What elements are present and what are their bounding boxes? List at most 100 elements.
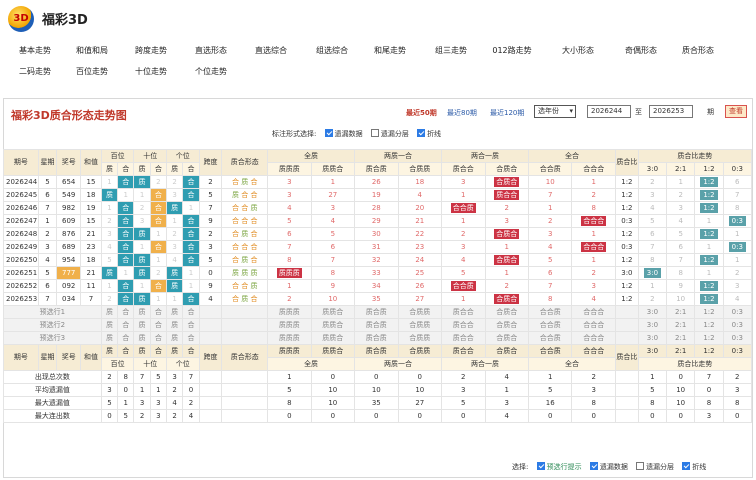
preselect-form[interactable]: 合质合 bbox=[484, 318, 529, 332]
nav-item[interactable]: 百位走势 bbox=[62, 66, 122, 77]
nav-item[interactable]: 质合形态 bbox=[668, 45, 728, 56]
to-issue-input[interactable]: 2026253 bbox=[649, 105, 693, 118]
period-80[interactable]: 最近80期 bbox=[447, 108, 477, 118]
preselect-digit[interactable]: 合 bbox=[117, 305, 135, 319]
column-header: 星期 bbox=[37, 149, 58, 176]
query-button[interactable]: 查看 bbox=[725, 105, 747, 118]
preselect-form[interactable]: 质合合 bbox=[441, 331, 486, 345]
preselect-ratio[interactable]: 2:1 bbox=[666, 318, 696, 332]
preselect-form[interactable]: 合合质 bbox=[527, 331, 573, 345]
preselect-form[interactable]: 合合合 bbox=[571, 318, 616, 332]
preselect-digit[interactable]: 质 bbox=[133, 318, 151, 332]
opt-line-checkbox[interactable] bbox=[417, 129, 426, 137]
stat-value: 3 bbox=[441, 383, 486, 397]
period-50[interactable]: 最近50期 bbox=[406, 108, 437, 118]
preselect-digit[interactable]: 合 bbox=[117, 318, 135, 332]
preselect-form[interactable]: 合质合 bbox=[484, 305, 529, 319]
preselect-ratio[interactable]: 0:3 bbox=[722, 331, 753, 345]
preselect-form[interactable]: 合合质 bbox=[527, 305, 573, 319]
form-cell: 合 质 合 bbox=[221, 292, 269, 306]
preselect-form[interactable]: 质质合 bbox=[310, 331, 356, 345]
span-cell: 5 bbox=[198, 253, 223, 267]
preselect-ratio[interactable]: 3:0 bbox=[637, 305, 668, 319]
preselect-digit[interactable]: 合 bbox=[182, 318, 200, 332]
nav-item[interactable]: 组选综合 bbox=[302, 45, 362, 56]
preselect-form[interactable]: 合合合 bbox=[571, 305, 616, 319]
form-hit-badge: 合合合 bbox=[581, 241, 607, 252]
preselect-row[interactable]: 预选行1 质合质合质合质质质 质质合 质合质 合质质 质合合 合质合 合合质 合合合 3:0 2:1… bbox=[3, 305, 753, 319]
preselect-digit[interactable]: 质 bbox=[165, 305, 184, 319]
nav-item[interactable]: 跨度走势 bbox=[121, 45, 181, 56]
preselect-digit[interactable]: 质 bbox=[133, 305, 151, 319]
preselect-digit[interactable]: 合 bbox=[182, 305, 200, 319]
from-issue-input[interactable]: 2026244 bbox=[587, 105, 631, 118]
preselect-digit[interactable]: 合 bbox=[182, 331, 200, 345]
preselect-form[interactable]: 质合质 bbox=[354, 318, 399, 332]
bottom-line-checkbox[interactable] bbox=[682, 462, 691, 470]
nav-item[interactable]: 直选综合 bbox=[241, 45, 301, 56]
nav-item[interactable]: 奇偶形态 bbox=[611, 45, 671, 56]
nav-item[interactable]: 012路走势 bbox=[482, 45, 542, 56]
nav-item[interactable]: 个位走势 bbox=[181, 66, 241, 77]
preselect-digit[interactable]: 质 bbox=[133, 331, 151, 345]
preselect-form[interactable]: 合合质 bbox=[527, 318, 573, 332]
preselect-ratio[interactable]: 0:3 bbox=[722, 305, 753, 319]
preselect-form[interactable]: 质质合 bbox=[310, 318, 356, 332]
year-select[interactable]: 选年份 ▾ bbox=[534, 105, 576, 118]
bottom-missing-checkbox[interactable] bbox=[589, 462, 598, 470]
preselect-ratio[interactable]: 1:2 bbox=[694, 305, 724, 319]
table-row: 2026244 5 654 15 1 合质 2 2 合 2 合 质 合 3 1 26 18 3 合质合 10 1 1:… bbox=[3, 175, 753, 189]
opt-layer-checkbox[interactable] bbox=[370, 129, 379, 137]
preselect-form[interactable]: 合质合 bbox=[484, 331, 529, 345]
preselect-form[interactable]: 质质质 bbox=[267, 318, 312, 332]
preselect-digit[interactable]: 质 bbox=[165, 331, 184, 345]
preselect-form[interactable]: 质合合 bbox=[441, 305, 486, 319]
preselect-form[interactable]: 合合合 bbox=[571, 331, 616, 345]
digit-cell: 1 bbox=[149, 253, 168, 267]
preselect-digit[interactable]: 质 bbox=[165, 318, 184, 332]
preselect-form[interactable]: 质合质 bbox=[354, 331, 399, 345]
preselect-form[interactable]: 质合质 bbox=[354, 305, 399, 319]
nav-item[interactable]: 基本走势 bbox=[5, 45, 65, 56]
preselect-digit[interactable]: 质 bbox=[100, 318, 119, 332]
form-char: 合 bbox=[248, 255, 258, 264]
footer-header: 质质质 bbox=[267, 344, 312, 358]
form-cell: 1 bbox=[441, 214, 486, 228]
preselect-form[interactable]: 合质质 bbox=[397, 305, 443, 319]
preselect-form[interactable]: 质质合 bbox=[310, 305, 356, 319]
preselect-row[interactable]: 预选行2 质合质合质合质质质 质质合 质合质 合质质 质合合 合质合 合合质 合合合 3:0 2:1… bbox=[3, 318, 753, 332]
preselect-form[interactable]: 质质质 bbox=[267, 305, 312, 319]
preselect-row[interactable]: 预选行3 质合质合质合质质质 质质合 质合质 合质质 质合合 合质合 合合质 合合合 3:0 2:1… bbox=[3, 331, 753, 345]
bottom-layer-checkbox[interactable] bbox=[636, 462, 645, 470]
preselect-ratio[interactable]: 2:1 bbox=[666, 305, 696, 319]
bottom-pre-checkbox[interactable] bbox=[536, 462, 545, 470]
preselect-form[interactable]: 质质质 bbox=[267, 331, 312, 345]
preselect-ratio[interactable]: 2:1 bbox=[666, 331, 696, 345]
opt-missing-checkbox[interactable] bbox=[324, 129, 333, 137]
preselect-ratio[interactable]: 0:3 bbox=[722, 318, 753, 332]
nav-item[interactable]: 和尾走势 bbox=[360, 45, 420, 56]
nav-item[interactable]: 和值和局 bbox=[62, 45, 122, 56]
preselect-ratio[interactable]: 1:2 bbox=[694, 318, 724, 332]
nav-item[interactable]: 大小形态 bbox=[548, 45, 608, 56]
preselect-digit[interactable]: 合 bbox=[149, 331, 168, 345]
period-120[interactable]: 最近120期 bbox=[490, 108, 524, 118]
preselect-ratio[interactable]: 1:2 bbox=[694, 331, 724, 345]
preselect-digit[interactable]: 合 bbox=[149, 318, 168, 332]
preselect-form[interactable]: 质合合 bbox=[441, 318, 486, 332]
preselect-ratio[interactable]: 3:0 bbox=[637, 331, 668, 345]
nav-item[interactable]: 二码走势 bbox=[5, 66, 65, 77]
preselect-digit[interactable]: 合 bbox=[149, 305, 168, 319]
preselect-form[interactable]: 合质质 bbox=[397, 331, 443, 345]
nav-item[interactable]: 十位走势 bbox=[121, 66, 181, 77]
digit-cell: 2 bbox=[149, 266, 168, 280]
preselect-digit[interactable]: 质 bbox=[100, 305, 119, 319]
nav-item[interactable]: 直选形态 bbox=[181, 45, 241, 56]
preselect-form[interactable]: 合质质 bbox=[397, 318, 443, 332]
weekday-cell: 3 bbox=[37, 240, 58, 254]
stat-value: 3 bbox=[149, 409, 168, 423]
preselect-digit[interactable]: 合 bbox=[117, 331, 135, 345]
nav-item[interactable]: 组三走势 bbox=[421, 45, 481, 56]
preselect-ratio[interactable]: 3:0 bbox=[637, 318, 668, 332]
preselect-digit[interactable]: 质 bbox=[100, 331, 119, 345]
